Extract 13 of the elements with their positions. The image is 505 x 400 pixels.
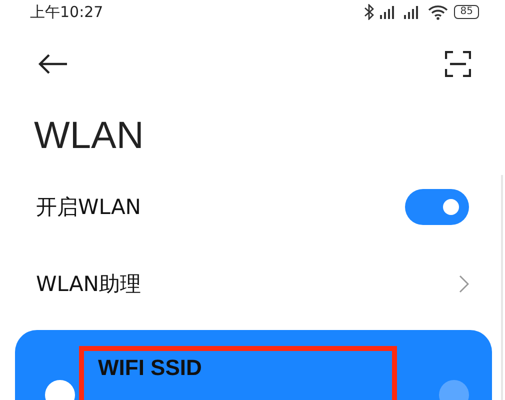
page-title: WLAN bbox=[33, 114, 145, 159]
battery-indicator: 85 bbox=[454, 5, 479, 19]
network-card[interactable]: WIFI SSID bbox=[15, 330, 492, 400]
setting-label: WLAN助理 bbox=[36, 270, 142, 298]
bluetooth-icon bbox=[364, 4, 374, 20]
wifi-icon bbox=[428, 4, 448, 20]
back-arrow-icon[interactable] bbox=[38, 53, 68, 75]
chevron-icon[interactable] bbox=[459, 274, 469, 292]
network-ssid: WIFI SSID bbox=[98, 355, 202, 380]
setting-label: 开启WLAN bbox=[36, 194, 142, 220]
scan-icon[interactable] bbox=[445, 51, 471, 77]
status-time: 上午10:27 bbox=[30, 2, 104, 22]
wlan-toggle[interactable] bbox=[405, 188, 469, 224]
